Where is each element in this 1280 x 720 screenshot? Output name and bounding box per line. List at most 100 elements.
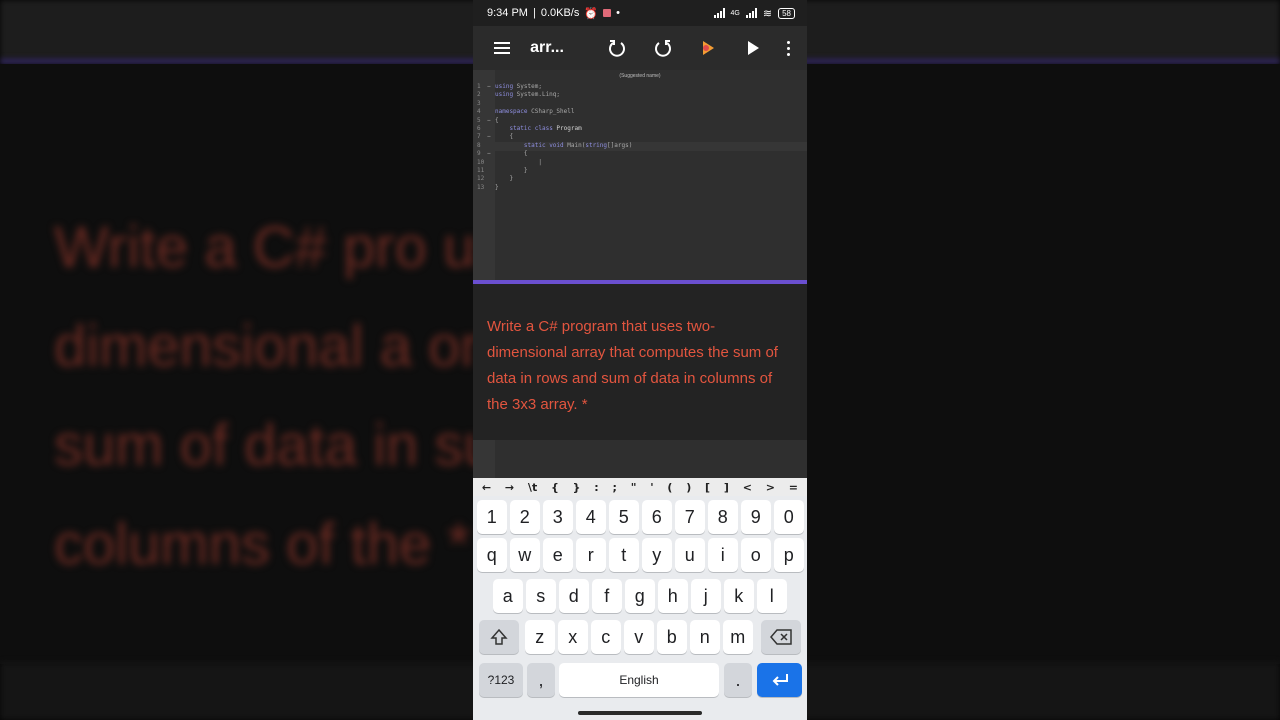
- code-line[interactable]: 12 }: [477, 175, 632, 183]
- symbol-key[interactable]: }: [573, 481, 581, 494]
- letter-key[interactable]: j: [691, 579, 721, 613]
- number-key[interactable]: 6: [642, 500, 672, 534]
- symbol-key[interactable]: =: [789, 481, 798, 494]
- letter-key[interactable]: l: [757, 579, 787, 613]
- menu-icon[interactable]: [479, 26, 524, 70]
- letter-key[interactable]: f: [592, 579, 622, 613]
- symbol-key[interactable]: ): [686, 481, 691, 494]
- code-line[interactable]: 9− {: [477, 150, 632, 158]
- letter-key[interactable]: v: [624, 620, 654, 654]
- code-token: []args): [607, 141, 633, 149]
- code-line[interactable]: 1− using System;: [477, 83, 632, 91]
- symbol-key[interactable]: ': [650, 481, 653, 494]
- more-options-icon[interactable]: [775, 26, 801, 70]
- symbols-mode-key[interactable]: ?123: [479, 663, 523, 697]
- letter-key[interactable]: p: [774, 538, 804, 572]
- editor-lower-area[interactable]: [473, 440, 807, 478]
- letter-key[interactable]: i: [708, 538, 738, 572]
- letter-key[interactable]: t: [609, 538, 639, 572]
- keyboard-row-bottom: zxcvbnm: [473, 620, 807, 656]
- symbol-key[interactable]: →: [505, 481, 514, 494]
- letter-key[interactable]: n: [690, 620, 720, 654]
- number-key[interactable]: 1: [477, 500, 507, 534]
- code-line[interactable]: 13}: [477, 184, 632, 192]
- code-line[interactable]: 5−{: [477, 117, 632, 125]
- letter-key[interactable]: u: [675, 538, 705, 572]
- redo-icon[interactable]: [640, 26, 685, 70]
- letter-key[interactable]: e: [543, 538, 573, 572]
- code-lines[interactable]: 1− using System; 2 using System.Linq; 3 4 name…: [477, 83, 632, 192]
- fold-marker[interactable]: −: [487, 133, 493, 141]
- number-key[interactable]: 0: [774, 500, 804, 534]
- number-key[interactable]: 5: [609, 500, 639, 534]
- run-debug-icon[interactable]: [685, 26, 730, 70]
- code-token: System;: [513, 83, 542, 90]
- code-line[interactable]: 11 }: [477, 167, 632, 175]
- letter-key[interactable]: q: [477, 538, 507, 572]
- code-line[interactable]: 8 static void Main(string[]args): [477, 142, 632, 150]
- letter-key[interactable]: r: [576, 538, 606, 572]
- code-line[interactable]: 10 |: [477, 159, 632, 167]
- code-token: using: [495, 83, 514, 90]
- code-line[interactable]: 3: [477, 100, 632, 108]
- notification-icon: [603, 9, 612, 17]
- backspace-key[interactable]: [761, 620, 801, 654]
- comma-key[interactable]: ,: [527, 663, 555, 697]
- alarm-icon: ⏰: [584, 7, 599, 20]
- space-key[interactable]: English: [559, 663, 719, 697]
- number-key[interactable]: 4: [576, 500, 606, 534]
- period-key[interactable]: .: [724, 663, 752, 697]
- symbol-key[interactable]: ←: [482, 481, 491, 494]
- letter-key[interactable]: c: [591, 620, 621, 654]
- symbol-key[interactable]: {: [551, 481, 559, 494]
- code-line[interactable]: 7− {: [477, 133, 632, 141]
- question-text: Write a C# program that uses two-dimensi…: [487, 318, 778, 413]
- symbol-key[interactable]: >: [766, 481, 775, 494]
- symbol-key[interactable]: (: [667, 481, 672, 494]
- number-key[interactable]: 8: [708, 500, 738, 534]
- symbol-key[interactable]: [: [705, 481, 710, 494]
- code-token: System.Linq;: [513, 91, 561, 99]
- number-key[interactable]: 7: [675, 500, 705, 534]
- file-title[interactable]: arr...: [524, 39, 595, 57]
- shift-key[interactable]: [479, 620, 519, 654]
- code-editor[interactable]: (Suggested name) 1− using System; 2 using S…: [473, 70, 807, 282]
- letter-key[interactable]: z: [525, 620, 555, 654]
- letter-key[interactable]: g: [625, 579, 655, 613]
- enter-key[interactable]: [757, 663, 802, 697]
- network-type: 4G: [730, 9, 740, 17]
- number-key[interactable]: 9: [741, 500, 771, 534]
- letter-key[interactable]: o: [741, 538, 771, 572]
- run-icon[interactable]: [730, 26, 775, 70]
- fold-marker[interactable]: −: [487, 117, 493, 125]
- fold-marker[interactable]: −: [487, 150, 493, 158]
- letter-key[interactable]: a: [493, 579, 523, 613]
- symbol-key[interactable]: \t: [528, 481, 537, 494]
- code-token: {: [495, 150, 528, 158]
- symbol-key[interactable]: ]: [724, 481, 729, 494]
- undo-icon[interactable]: [595, 26, 640, 70]
- letter-key[interactable]: d: [559, 579, 589, 613]
- home-indicator[interactable]: [578, 711, 702, 715]
- code-line[interactable]: 2 using System.Linq;: [477, 91, 632, 99]
- letter-key[interactable]: h: [658, 579, 688, 613]
- code-token: CSharp_Shell: [527, 108, 575, 116]
- fold-marker[interactable]: −: [487, 83, 493, 91]
- letter-key[interactable]: x: [558, 620, 588, 654]
- symbol-key[interactable]: :: [594, 481, 598, 494]
- letter-key[interactable]: m: [723, 620, 753, 654]
- line-number: 10: [477, 158, 485, 166]
- symbol-key[interactable]: <: [743, 481, 752, 494]
- letter-key[interactable]: s: [526, 579, 556, 613]
- number-key[interactable]: 3: [543, 500, 573, 534]
- letter-key[interactable]: b: [657, 620, 687, 654]
- symbol-key[interactable]: ": [631, 481, 637, 494]
- letter-key[interactable]: y: [642, 538, 672, 572]
- code-line[interactable]: 6 static class Program: [477, 125, 632, 133]
- letter-key[interactable]: k: [724, 579, 754, 613]
- number-key[interactable]: 2: [510, 500, 540, 534]
- letter-key[interactable]: w: [510, 538, 540, 572]
- code-line[interactable]: 4 namespace CSharp_Shell: [477, 108, 632, 116]
- symbol-key[interactable]: ;: [612, 481, 616, 494]
- video-frame: Write a C# pro uses two- dimensional a o…: [0, 0, 1280, 720]
